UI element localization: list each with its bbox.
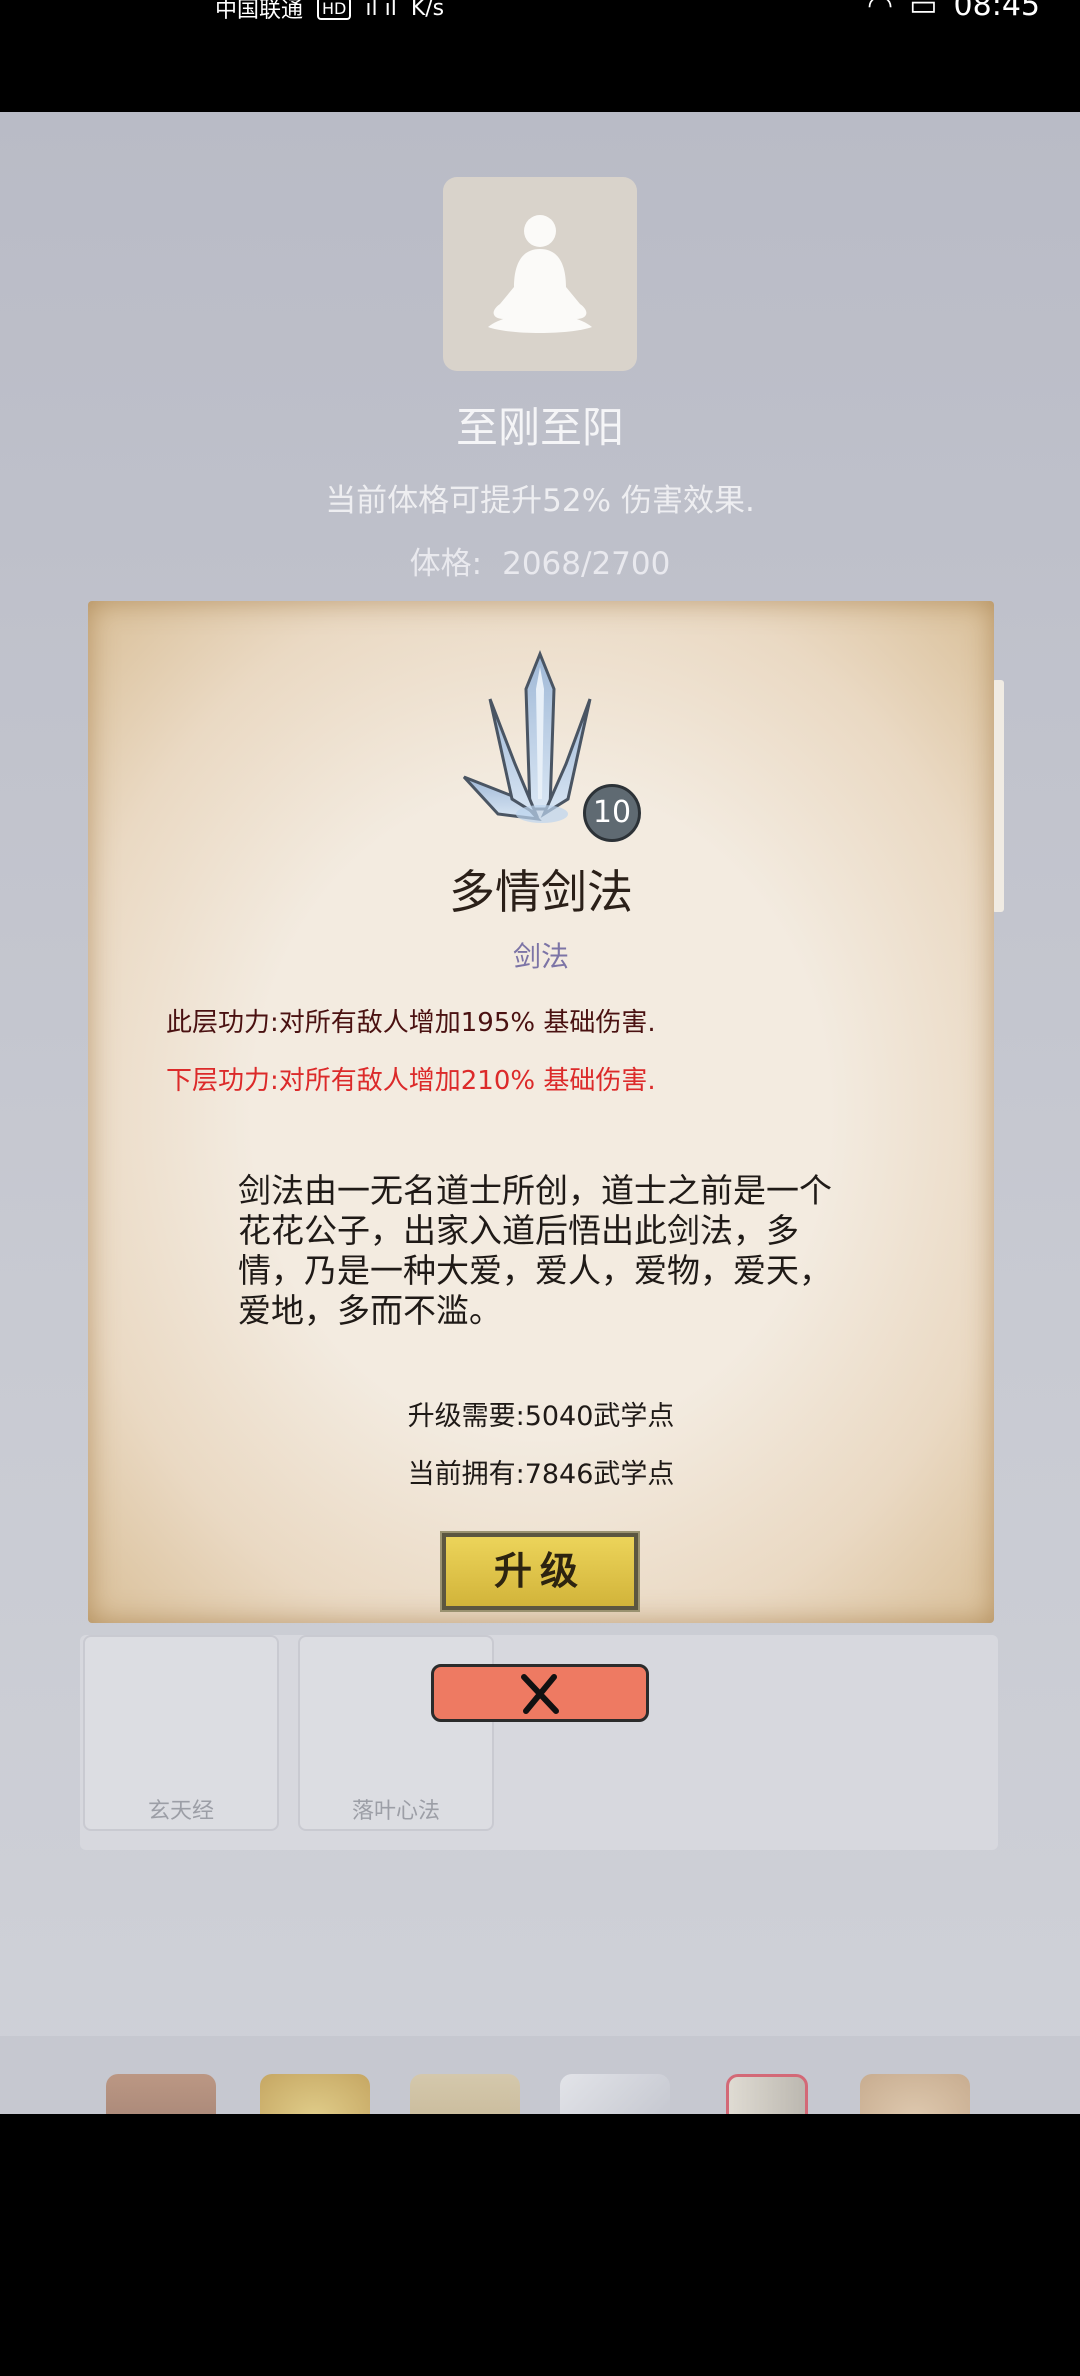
game-screen: 至刚至阳 当前体格可提升52% 伤害效果. 体格: 2068/2700 玄天经 落…: [0, 112, 1080, 2114]
skill-lore: 剑法由一无名道士所创，道士之前是一个花花公子，出家入道后悟出此剑法，多情，乃是一…: [238, 1171, 832, 1330]
signal-icon: ıl ıl: [365, 0, 397, 21]
meditation-avatar: [443, 177, 637, 371]
crossed-swords-icon: [560, 2074, 670, 2114]
clock: 08:45: [953, 0, 1040, 23]
wifi-icon: ◠: [866, 0, 894, 23]
nav-item-stages[interactable]: 闯关: [552, 2066, 678, 2114]
close-button[interactable]: [431, 1664, 649, 1722]
skill-detail-dialog: 10 多情剑法 剑法 此层功力:对所有敌人增加195% 基础伤害. 下层功力:对…: [88, 601, 994, 1623]
hd-badge: HD: [317, 0, 352, 20]
level-badge: 10: [583, 784, 641, 842]
battery-icon: ▭: [909, 0, 938, 23]
armor-icon: [260, 2074, 370, 2114]
page-title: 至刚至阳: [455, 403, 624, 452]
skill-slot-xuantianjing[interactable]: 玄天经: [83, 1635, 279, 1831]
companions-icon: [860, 2074, 970, 2114]
tizhi-stat: 体格: 2068/2700: [0, 538, 1080, 583]
house-icon: [106, 2074, 216, 2114]
close-icon: [521, 1674, 559, 1714]
nav-item-martial[interactable]: 武功: [702, 2066, 828, 2114]
status-bar: 中国联通 HD ıl ıl K/s ◠ ▭ 08:45: [0, 0, 1080, 112]
skill-name: 多情剑法: [449, 865, 633, 919]
status-right: ◠ ▭ 08:45: [867, 0, 1040, 23]
carrier-name: 中国联通: [215, 0, 304, 23]
net-speed: K/s: [410, 0, 445, 21]
upgrade-requirement: 升级需要:5040武学点: [407, 1401, 675, 1432]
nav-item-equipment[interactable]: 装备: [252, 2066, 378, 2114]
tizhi-label: 体格:: [409, 546, 483, 582]
next-layer-effect: 下层功力:对所有敌人增加210% 基础伤害.: [166, 1066, 656, 1096]
slot-label: 落叶心法: [351, 1799, 440, 1824]
bottom-nav: 首页 装备 江湖 闯关 武功 伙伴: [0, 2036, 1080, 2114]
scroll-map-icon: [410, 2074, 520, 2114]
current-layer-effect: 此层功力:对所有敌人增加195% 基础伤害.: [166, 1008, 656, 1038]
nav-item-jianghu[interactable]: 江湖: [402, 2066, 528, 2114]
skill-type: 剑法: [512, 940, 569, 973]
nav-item-home[interactable]: 首页: [98, 2066, 224, 2114]
status-left: 中国联通 HD ıl ıl K/s: [215, 0, 444, 24]
meditating-figure-icon: [488, 215, 592, 333]
martial-book-icon: [726, 2074, 808, 2114]
slot-label: 玄天经: [147, 1799, 214, 1824]
upgrade-button[interactable]: 升级: [440, 1531, 640, 1612]
tizhi-value: 2068/2700: [502, 546, 671, 582]
effect-description: 当前体格可提升52% 伤害效果.: [325, 483, 755, 519]
nav-item-companions[interactable]: 伙伴: [852, 2066, 978, 2114]
current-points: 当前拥有:7846武学点: [407, 1459, 675, 1490]
